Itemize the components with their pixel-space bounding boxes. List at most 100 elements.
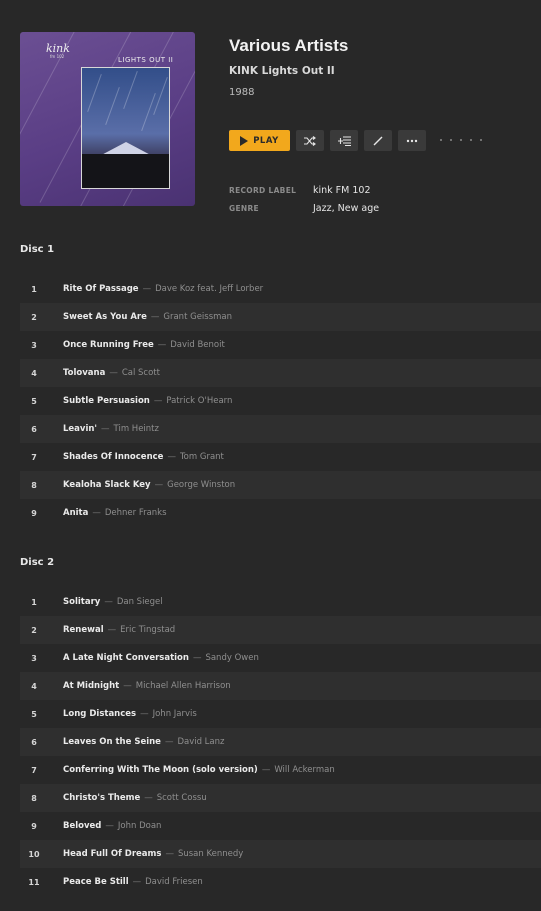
track-title[interactable]: Kealoha Slack Key	[63, 480, 151, 490]
track-row[interactable]: 2 Sweet As You Are — Grant Geissman	[20, 303, 541, 331]
disc-title: Disc 2	[20, 557, 55, 568]
info-row-genre: GENRE Jazz, New age	[229, 199, 379, 217]
track-title[interactable]: Long Distances	[63, 709, 136, 719]
track-title[interactable]: Subtle Persuasion	[63, 396, 150, 406]
track-row[interactable]: 8 Kealoha Slack Key — George Winston	[20, 471, 541, 499]
info-row-label: RECORD LABEL kink FM 102	[229, 181, 379, 199]
track-row[interactable]: 5 Subtle Persuasion — Patrick O'Hearn	[20, 387, 541, 415]
track-number: 9	[31, 821, 37, 831]
track-number: 8	[31, 480, 37, 490]
track-separator: —	[154, 480, 164, 490]
track-artist[interactable]: George Winston	[167, 480, 235, 490]
track-row[interactable]: 6 Leaves On the Seine — David Lanz	[20, 728, 541, 756]
track-row[interactable]: 9 Beloved — John Doan	[20, 812, 541, 840]
track-row[interactable]: 3 Once Running Free — David Benoit	[20, 331, 541, 359]
track-row[interactable]: 4 Tolovana — Cal Scott	[20, 359, 541, 387]
shuffle-icon	[304, 135, 316, 146]
track-artist[interactable]: John Doan	[118, 821, 162, 831]
track-title[interactable]: A Late Night Conversation	[63, 653, 189, 663]
track-artist[interactable]: Tom Grant	[180, 452, 224, 462]
album-cover[interactable]: kink fm 102 LIGHTS OUT II	[20, 32, 195, 206]
track-number: 5	[31, 709, 37, 719]
track-title[interactable]: Solitary	[63, 597, 100, 607]
album-toolbar: PLAY	[229, 130, 426, 151]
track-number: 5	[31, 396, 37, 406]
track-artist[interactable]: Cal Scott	[122, 368, 160, 378]
track-row[interactable]: 10 Head Full Of Dreams — Susan Kennedy	[20, 840, 541, 868]
track-separator: —	[132, 877, 142, 887]
play-button[interactable]: PLAY	[229, 130, 290, 151]
track-row[interactable]: 6 Leavin' — Tim Heintz	[20, 415, 541, 443]
info-value[interactable]: kink FM 102	[313, 185, 371, 196]
track-artist[interactable]: David Friesen	[145, 877, 203, 887]
track-artist[interactable]: Eric Tingstad	[120, 625, 175, 635]
track-row[interactable]: 9 Anita — Dehner Franks	[20, 499, 541, 527]
track-row[interactable]: 3 A Late Night Conversation — Sandy Owen	[20, 644, 541, 672]
track-row[interactable]: 8 Christo's Theme — Scott Cossu	[20, 784, 541, 812]
track-artist[interactable]: Dan Siegel	[117, 597, 163, 607]
track-separator: —	[164, 737, 174, 747]
rating-stars[interactable]	[440, 139, 482, 141]
rating-star-icon[interactable]	[450, 139, 452, 141]
info-key: RECORD LABEL	[229, 185, 297, 195]
rating-star-icon[interactable]	[440, 139, 442, 141]
shuffle-button[interactable]	[296, 130, 324, 151]
track-artist[interactable]: John Jarvis	[153, 709, 197, 719]
track-title[interactable]: Shades Of Innocence	[63, 452, 163, 462]
edit-icon	[373, 136, 383, 146]
track-row[interactable]: 11 Peace Be Still — David Friesen	[20, 868, 541, 896]
album-header: kink fm 102 LIGHTS OUT II Various Artist…	[0, 0, 541, 240]
track-row[interactable]: 7 Conferring With The Moon (solo version)…	[20, 756, 541, 784]
track-title[interactable]: Leavin'	[63, 424, 97, 434]
track-artist[interactable]: Patrick O'Hearn	[166, 396, 232, 406]
track-number: 3	[31, 340, 37, 350]
track-artist[interactable]: Dehner Franks	[105, 508, 167, 518]
track-title[interactable]: Once Running Free	[63, 340, 154, 350]
track-title[interactable]: Leaves On the Seine	[63, 737, 161, 747]
track-number: 7	[31, 452, 37, 462]
track-number: 6	[31, 737, 37, 747]
track-artist[interactable]: Scott Cossu	[157, 793, 207, 803]
track-title[interactable]: Beloved	[63, 821, 101, 831]
track-artist[interactable]: Grant Geissman	[163, 312, 232, 322]
track-title[interactable]: Tolovana	[63, 368, 105, 378]
rating-star-icon[interactable]	[470, 139, 472, 141]
info-value[interactable]: Jazz, New age	[313, 203, 379, 214]
play-label: PLAY	[253, 135, 279, 146]
cover-artwork-frame	[81, 67, 170, 189]
track-artist[interactable]: David Benoit	[170, 340, 225, 350]
track-artist[interactable]: David Lanz	[177, 737, 224, 747]
track-title[interactable]: Rite Of Passage	[63, 284, 139, 294]
track-title[interactable]: Head Full Of Dreams	[63, 849, 161, 859]
track-artist[interactable]: Michael Allen Harrison	[136, 681, 231, 691]
track-row[interactable]: 5 Long Distances — John Jarvis	[20, 700, 541, 728]
track-title[interactable]: Peace Be Still	[63, 877, 129, 887]
track-title[interactable]: Christo's Theme	[63, 793, 140, 803]
track-artist[interactable]: Dave Koz feat. Jeff Lorber	[155, 284, 263, 294]
rating-star-icon[interactable]	[480, 139, 482, 141]
track-number: 3	[31, 653, 37, 663]
track-row[interactable]: 2 Renewal — Eric Tingstad	[20, 616, 541, 644]
track-title[interactable]: Sweet As You Are	[63, 312, 147, 322]
add-to-queue-button[interactable]	[330, 130, 358, 151]
track-title[interactable]: Renewal	[63, 625, 104, 635]
more-button[interactable]	[398, 130, 426, 151]
track-row[interactable]: 1 Solitary — Dan Siegel	[20, 588, 541, 616]
album-artist[interactable]: Various Artists	[229, 36, 348, 56]
track-artist[interactable]: Tim Heintz	[114, 424, 159, 434]
track-title[interactable]: Anita	[63, 508, 88, 518]
track-row[interactable]: 1 Rite Of Passage — Dave Koz feat. Jeff Lor…	[20, 275, 541, 303]
cover-title: LIGHTS OUT II	[118, 56, 174, 64]
track-artist[interactable]: Susan Kennedy	[178, 849, 243, 859]
track-title[interactable]: At Midnight	[63, 681, 119, 691]
track-list: 1 Rite Of Passage — Dave Koz feat. Jeff Lor…	[20, 275, 541, 527]
track-artist[interactable]: Sandy Owen	[205, 653, 258, 663]
track-row[interactable]: 7 Shades Of Innocence — Tom Grant	[20, 443, 541, 471]
track-separator: —	[123, 681, 132, 691]
track-artist[interactable]: Will Ackerman	[274, 765, 334, 775]
track-separator: —	[157, 340, 167, 350]
rating-star-icon[interactable]	[460, 139, 462, 141]
track-title[interactable]: Conferring With The Moon (solo version)	[63, 765, 258, 775]
edit-button[interactable]	[364, 130, 392, 151]
track-row[interactable]: 4 At Midnight — Michael Allen Harrison	[20, 672, 541, 700]
